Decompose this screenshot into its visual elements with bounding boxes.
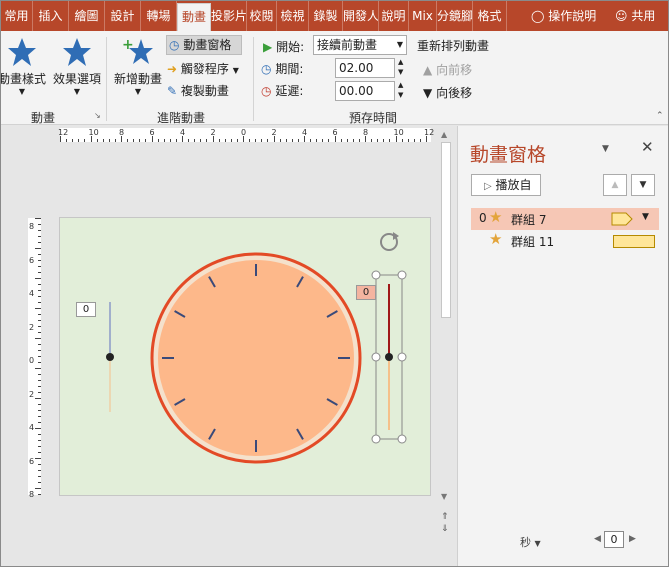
animation-item-group-11[interactable]: ★ 群組 11	[471, 230, 659, 252]
group-label-timing: 預存時間	[349, 111, 398, 125]
tab-2[interactable]: 繪圖	[69, 1, 105, 31]
trigger-button[interactable]: ➜ 觸發程序 ▼	[167, 59, 239, 79]
group-divider	[253, 37, 254, 121]
chevron-down-icon: ▼	[134, 87, 142, 96]
timing-bar[interactable]	[613, 235, 655, 248]
delay-spinner[interactable]: ▲ ▼	[398, 80, 403, 100]
svg-text:+: +	[122, 37, 134, 53]
animation-pane: 動畫窗格 ▼ ✕ ▷ 播放自 ▲ ▼ 0 ★ 群組 7 ▼ ★ 群組 11 秒 …	[457, 126, 668, 566]
add-animation-button[interactable]: + 新增動畫 ▼	[111, 37, 165, 96]
tab-3[interactable]: 設計	[105, 1, 141, 31]
animation-styles-button[interactable]: 動畫樣式 ▼	[1, 37, 47, 96]
chevron-down-icon[interactable]: ▼	[642, 212, 649, 222]
tab-13[interactable]: 分鏡腳本	[437, 1, 473, 31]
start-label: ▶ 開始:	[263, 40, 305, 54]
tab-12[interactable]: Mix	[409, 1, 437, 31]
add-star-icon: +	[122, 37, 153, 64]
lightning-icon: ➜	[167, 62, 178, 76]
duration-spinner[interactable]: ▲ ▼	[398, 57, 403, 77]
arrow-down-icon: ▼	[423, 86, 433, 100]
seconds-dropdown[interactable]: 秒 ▼	[520, 534, 541, 550]
timeline-left-icon[interactable]: ◀	[594, 534, 601, 544]
effect-options-button[interactable]: 效果選項 ▼	[51, 37, 103, 96]
tab-11[interactable]: 說明	[379, 1, 409, 31]
clock-pane-icon: ◷	[169, 38, 180, 52]
timeline-right-icon[interactable]: ▶	[629, 534, 636, 544]
horizontal-ruler: 12 10 8 6 4 2 0 2 4 6 8 10 12	[58, 128, 434, 142]
tab-14[interactable]: 格式	[473, 1, 507, 31]
delay-label: ◷ 延遲:	[261, 84, 304, 98]
left-marker-pivot	[106, 353, 114, 361]
animation-marker-right[interactable]: 0	[356, 285, 376, 300]
tab-8[interactable]: 檢視	[277, 1, 309, 31]
start-select[interactable]: 接續前動畫 ▼	[313, 35, 407, 55]
pane-title: 動畫窗格	[470, 144, 547, 166]
ribbon: 動畫樣式 ▼ 效果選項 ▼ 動畫 ↘ + 新增動畫 ▼ ◷ 動畫窗格 ➜ 觸發程…	[1, 31, 668, 125]
rotate-handle-icon[interactable]	[380, 232, 399, 251]
play-from-button[interactable]: ▷ 播放自	[471, 174, 541, 196]
clock-face[interactable]	[158, 260, 354, 456]
animation-marker-left[interactable]: 0	[76, 302, 96, 317]
clock-icon: ◷	[261, 62, 272, 76]
star-icon: ★	[489, 230, 503, 248]
tab-7[interactable]: 校閱	[247, 1, 277, 31]
group-label-animation: 動畫	[31, 111, 56, 125]
share-button[interactable]: ☺ 共用	[615, 1, 655, 31]
tab-6[interactable]: 投影片	[211, 1, 247, 31]
chevron-down-icon: ▼	[18, 87, 26, 96]
scroll-thumb[interactable]	[441, 142, 451, 318]
arrow-up-icon: ▲	[423, 63, 433, 77]
tab-10[interactable]: 開發人員	[343, 1, 379, 31]
paintbrush-icon: ✎	[167, 84, 178, 98]
star-icon	[8, 38, 36, 66]
animation-item-group-7[interactable]: 0 ★ 群組 7 ▼	[471, 208, 659, 230]
play-triangle-icon: ▶	[263, 40, 273, 54]
timing-bar[interactable]	[611, 212, 633, 226]
move-later-button[interactable]: ▼ 向後移	[423, 84, 472, 101]
arrow-up-icon: ▲	[611, 180, 619, 190]
group-divider	[106, 37, 107, 121]
tab-5[interactable]: 動畫	[177, 3, 211, 31]
star-icon: ★	[489, 208, 503, 226]
tab-9[interactable]: 錄製	[309, 1, 343, 31]
tab-4[interactable]: 轉場	[141, 1, 177, 31]
animation-pane-button[interactable]: ◷ 動畫窗格	[166, 35, 242, 55]
chevron-down-icon: ▼	[73, 87, 81, 96]
dialog-launcher-icon[interactable]: ↘	[94, 111, 101, 120]
move-down-button[interactable]: ▼	[631, 174, 655, 196]
move-earlier-button[interactable]: ▲ 向前移	[423, 61, 472, 78]
timeline-zoom[interactable]: 0	[604, 531, 624, 548]
play-icon: ▷	[484, 181, 492, 192]
animation-painter-button[interactable]: ✎ 複製動畫	[167, 81, 229, 101]
vertical-scrollbar[interactable]: ▲ ▼ ⇑ ⇓	[438, 128, 456, 566]
slide-canvas: 0 0	[59, 217, 431, 496]
scroll-up-icon[interactable]: ▲	[441, 130, 447, 139]
tab-1[interactable]: 插入	[33, 1, 69, 31]
chevron-down-icon: ▼	[396, 40, 403, 49]
scroll-down-icon[interactable]: ▼	[441, 492, 447, 501]
person-icon: ☺	[615, 9, 628, 23]
duration-field[interactable]: 02.00	[335, 58, 395, 78]
slide-drawing	[106, 232, 407, 464]
tab-0[interactable]: 常用	[1, 1, 33, 31]
close-icon[interactable]: ✕	[641, 138, 654, 156]
chevron-down-icon: ▼	[232, 66, 239, 75]
pane-options-icon[interactable]: ▼	[602, 144, 609, 154]
arrow-down-icon: ▼	[639, 180, 647, 190]
chevron-down-icon: ▼	[534, 539, 541, 548]
clock-hand-pivot	[385, 353, 393, 361]
powerpoint-window: 常用插入繪圖設計轉場動畫投影片校閱檢視錄製開發人員說明Mix分鏡腳本格式 ◯ 操…	[0, 0, 669, 567]
collapse-ribbon-icon[interactable]: ⌃	[656, 111, 664, 121]
tell-me-search[interactable]: ◯ 操作說明	[531, 1, 596, 31]
star-icon	[63, 38, 91, 66]
duration-label: ◷ 期間:	[261, 62, 304, 76]
vertical-ruler: 864202468	[28, 218, 41, 499]
move-up-button[interactable]: ▲	[603, 174, 627, 196]
group-label-advanced: 進階動畫	[157, 111, 206, 125]
prev-next-slide-icon[interactable]: ⇑ ⇓	[441, 511, 449, 535]
delay-clock-icon: ◷	[261, 84, 272, 98]
reorder-title: 重新排列動畫	[417, 39, 490, 53]
lightbulb-icon: ◯	[531, 9, 545, 23]
delay-field[interactable]: 00.00	[335, 81, 395, 101]
